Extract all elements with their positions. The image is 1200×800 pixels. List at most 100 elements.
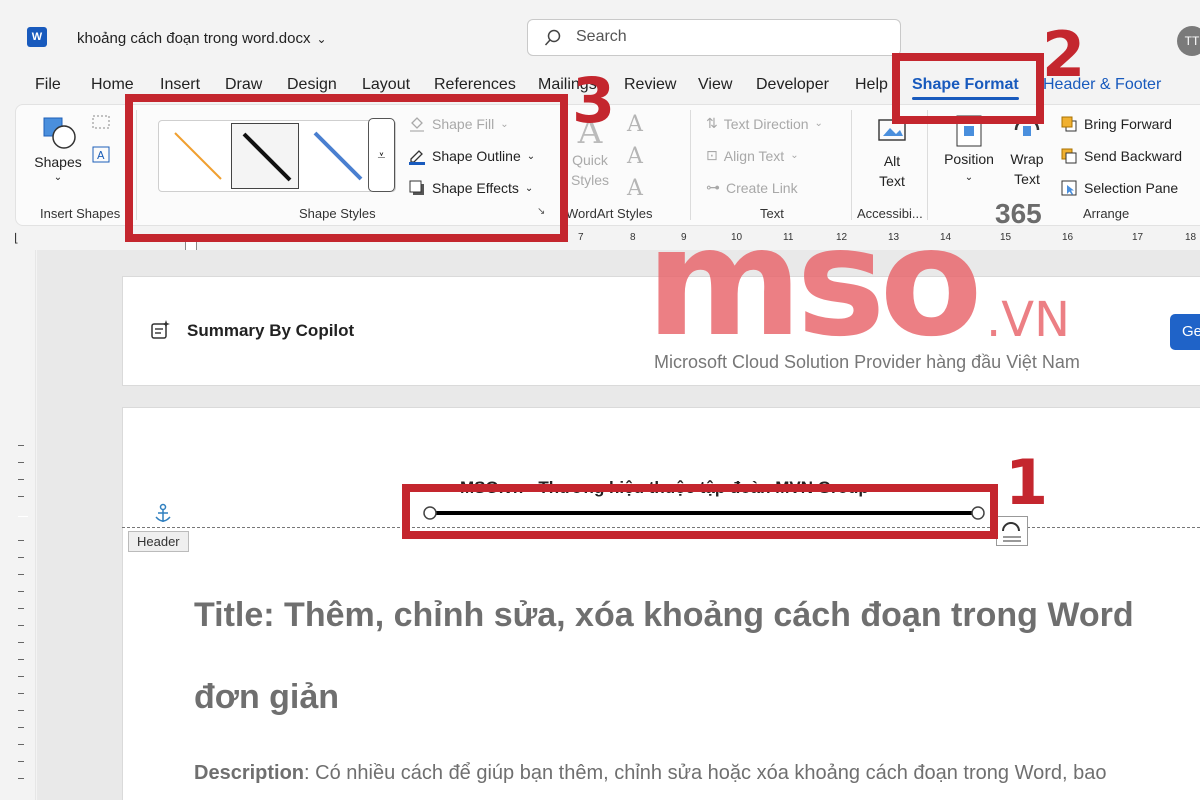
search-box[interactable] — [527, 19, 901, 56]
selection-pane-button[interactable]: Selection Pane — [1060, 179, 1178, 197]
avatar[interactable]: TT — [1177, 26, 1200, 56]
text-fill-icon[interactable]: A — [627, 112, 643, 137]
ruler-tick — [18, 496, 24, 497]
ruler-tick-label: 17 — [1132, 232, 1144, 243]
group-divider — [851, 110, 852, 220]
layout-options-icon[interactable] — [996, 516, 1028, 546]
ruler-tick — [18, 642, 24, 643]
wrap-text-label: Wrap Text — [1010, 151, 1044, 187]
document-title[interactable]: khoảng cách đoạn trong word.docx ⌄ — [77, 30, 327, 47]
position-label: Position — [944, 151, 994, 167]
watermark-365-badge: 365 — [995, 198, 1042, 229]
vertical-ruler[interactable] — [0, 250, 36, 800]
ruler-tick — [18, 608, 24, 609]
tab-file[interactable]: File — [35, 76, 61, 94]
anchor-icon[interactable] — [153, 503, 173, 525]
ruler-tick-label: 13 — [888, 232, 900, 243]
copilot-summary-icon — [151, 320, 170, 339]
align-text-label: Align Text — [723, 147, 785, 164]
edit-shape-icon[interactable] — [91, 114, 113, 132]
ruler-tick — [18, 693, 24, 694]
selection-pane-label: Selection Pane — [1084, 180, 1179, 196]
align-text-icon: ⊡ — [706, 147, 718, 163]
tab-references[interactable]: References — [434, 76, 516, 94]
align-text-button[interactable]: ⊡ Align Text ⌄ — [706, 147, 799, 164]
ruler-tick-label: 16 — [1062, 232, 1074, 243]
ruler-tick-label: 15 — [1000, 232, 1012, 243]
alt-text-button[interactable]: Alt Text — [871, 116, 913, 191]
tab-stop-icon[interactable]: ⌊ — [14, 231, 19, 245]
text-effects-icon[interactable]: A — [627, 176, 643, 201]
bring-forward-icon — [1061, 116, 1077, 132]
tab-insert[interactable]: Insert — [160, 76, 200, 94]
tab-home[interactable]: Home — [91, 76, 134, 94]
send-backward-icon — [1061, 148, 1077, 164]
svg-text:A: A — [97, 149, 105, 162]
tab-draw[interactable]: Draw — [225, 76, 262, 94]
tab-layout[interactable]: Layout — [362, 76, 410, 94]
ruler-tick — [18, 761, 24, 762]
document-description[interactable]: Description: Có nhiều cách để giúp bạn t… — [194, 762, 1194, 785]
chevron-down-icon[interactable]: ⌄ — [317, 32, 327, 46]
ruler-tick-label: 9 — [681, 232, 687, 243]
chevron-down-icon: ⌄ — [964, 172, 974, 183]
send-backward-button[interactable]: Send Backward — [1060, 147, 1182, 165]
create-link-label: Create Link — [726, 179, 798, 196]
copilot-summary-label: Summary By Copilot — [187, 321, 355, 340]
ruler-tick — [18, 710, 24, 711]
text-box-icon[interactable]: A — [91, 145, 113, 165]
ruler-tick — [18, 574, 24, 575]
ruler-tick — [18, 479, 24, 480]
ruler-tick — [18, 557, 24, 558]
watermark-tagline: Microsoft Cloud Solution Provider hàng đ… — [654, 352, 1080, 372]
header-tag: Header — [128, 531, 189, 552]
text-outline-icon[interactable]: A — [627, 144, 643, 169]
callout-number-1: 1 — [1005, 446, 1049, 519]
ruler-tick-label: 14 — [940, 232, 952, 243]
shapes-icon — [43, 117, 76, 149]
ruler-tick — [18, 659, 24, 660]
text-group-label: Text — [760, 206, 784, 221]
callout-box-3 — [125, 94, 568, 242]
create-link-button[interactable]: ⊶ Create Link — [706, 179, 798, 196]
ruler-tick — [18, 727, 24, 728]
arrange-group-label: Arrange — [1083, 206, 1130, 221]
text-direction-button[interactable]: ⇅ Text Direction ⌄ — [706, 115, 823, 132]
ruler-tick — [18, 744, 24, 745]
selection-pane-icon — [1061, 180, 1077, 196]
shapes-button[interactable]: Shapes ⌄ — [34, 112, 82, 183]
group-divider — [690, 110, 691, 220]
word-app-icon[interactable]: W — [27, 27, 47, 47]
insert-shapes-group-label: Insert Shapes — [40, 206, 121, 221]
tab-design[interactable]: Design — [287, 76, 337, 94]
ruler-tick — [18, 445, 24, 446]
wrap-text-button[interactable]: Wrap Text — [1004, 114, 1050, 189]
text-direction-label: Text Direction — [723, 115, 809, 132]
tab-developer[interactable]: Developer — [756, 76, 829, 94]
ruler-tick-label: 10 — [731, 232, 743, 243]
tab-view[interactable]: View — [698, 76, 732, 94]
ruler-tick-label: 8 — [630, 232, 636, 243]
position-button[interactable]: Position ⌄ — [940, 114, 998, 183]
callout-box-1 — [402, 484, 998, 539]
ruler-tick — [18, 462, 24, 463]
ruler-tick-label: 12 — [836, 232, 848, 243]
description-label: Description — [194, 762, 305, 784]
ruler-tick-label: 18 — [1185, 232, 1197, 243]
shapes-label: Shapes — [34, 154, 82, 170]
ruler-tick — [18, 625, 24, 626]
tab-review[interactable]: Review — [624, 76, 676, 94]
callout-box-2 — [892, 53, 1044, 124]
group-divider — [927, 110, 928, 220]
search-icon — [544, 29, 561, 46]
document-title-heading[interactable]: Title: Thêm, chỉnh sửa, xóa khoảng cách … — [194, 574, 1194, 738]
search-input[interactable] — [576, 28, 876, 46]
bring-forward-button[interactable]: Bring Forward — [1060, 115, 1172, 133]
description-text: : Có nhiều cách để giúp bạn thêm, chỉnh … — [304, 762, 1107, 784]
tab-help[interactable]: Help — [855, 76, 888, 94]
link-icon: ⊶ — [706, 179, 720, 195]
ruler-tick — [18, 516, 28, 517]
wordart-group-label: WordArt Styles — [566, 206, 653, 221]
text-direction-icon: ⇅ — [706, 115, 718, 131]
generate-button[interactable]: Ge — [1170, 314, 1200, 350]
